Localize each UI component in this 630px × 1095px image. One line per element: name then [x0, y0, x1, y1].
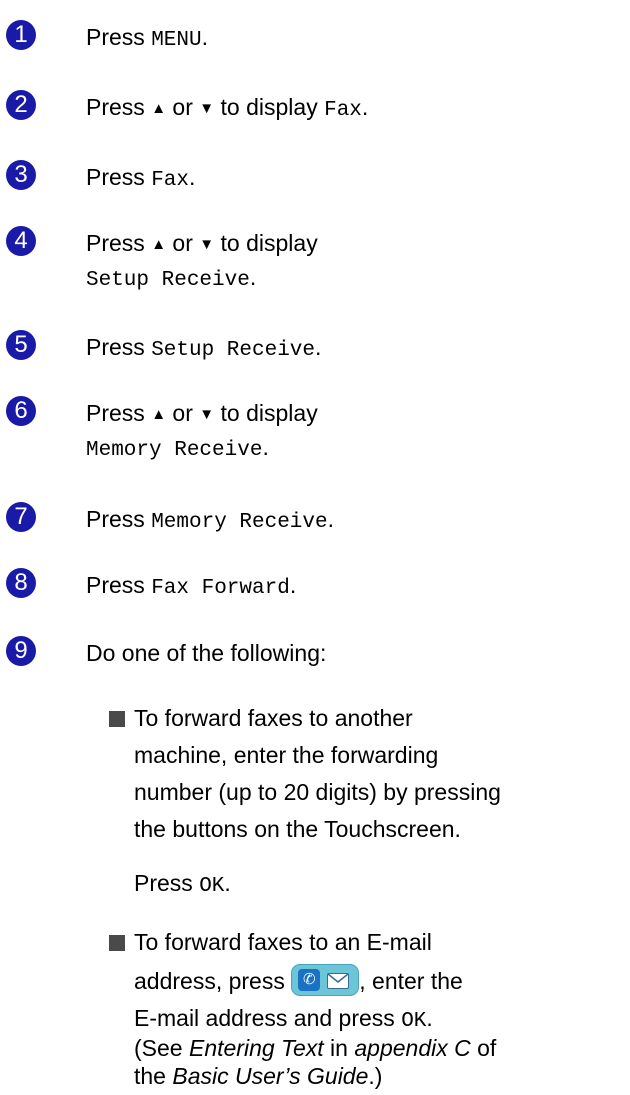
period: . — [327, 506, 335, 532]
down-arrow-icon: ▼ — [199, 100, 215, 117]
down-arrow-icon: ▼ — [199, 406, 215, 423]
option-text: address, press — [134, 968, 292, 994]
square-bullet-icon — [109, 711, 125, 727]
ok-code: OK — [199, 875, 225, 898]
step-number-9: 9 — [6, 636, 36, 666]
basic-users-guide-ref: Basic User’s Guide — [172, 1063, 369, 1089]
fax-email-button-icon[interactable]: ✆ — [291, 963, 360, 996]
step-text: Press — [86, 94, 152, 120]
step-number-1: 1 — [6, 20, 36, 50]
setup-receive-code: Setup Receive — [86, 269, 250, 292]
step-4-text: Press ▲ or ▼ to display — [86, 228, 318, 262]
step-text: Press — [86, 24, 152, 50]
square-bullet-icon — [109, 935, 125, 951]
step-text: Press — [86, 572, 152, 598]
fax-forward-code: Fax Forward — [151, 577, 290, 600]
step-3-text: Press Fax. — [86, 162, 195, 196]
step-6-code-line: Memory Receive. — [86, 432, 269, 466]
option-1-line-4: the buttons on the Touchscreen. — [134, 816, 461, 842]
period: . — [249, 264, 257, 290]
step-text: or — [166, 94, 200, 120]
step-number-8: 8 — [6, 568, 36, 598]
step-text: or — [166, 230, 200, 256]
option-2-line-5: the Basic User’s Guide.) — [134, 1058, 382, 1095]
up-arrow-icon: ▲ — [151, 236, 167, 253]
period: . — [361, 94, 369, 120]
period: . — [262, 434, 269, 460]
period: . — [315, 334, 322, 360]
option-text: , enter the — [359, 968, 463, 994]
period: . — [189, 164, 196, 190]
period: . — [289, 572, 297, 598]
step-number-4: 4 — [6, 226, 36, 256]
phone-icon: ✆ — [298, 968, 321, 991]
press-text: Press — [134, 870, 200, 896]
step-9-text: Do one of the following: — [86, 640, 327, 666]
option-text: of — [470, 1035, 497, 1061]
step-4-code-line: Setup Receive. — [86, 262, 256, 296]
step-7-text: Press Memory Receive. — [86, 504, 334, 538]
step-text: or — [166, 400, 200, 426]
option-2-line-1: To forward faxes to an E-mail — [134, 929, 432, 955]
step-text: to display — [214, 230, 318, 256]
fax-code: Fax — [151, 169, 189, 192]
step-6-text: Press ▲ or ▼ to display — [86, 398, 318, 432]
step-number-5: 5 — [6, 330, 36, 360]
memory-receive-code: Memory Receive — [151, 511, 328, 534]
fax-code: Fax — [324, 99, 362, 122]
period: . — [426, 1005, 433, 1031]
step-text: Press — [86, 506, 152, 532]
setup-receive-code: Setup Receive — [151, 339, 316, 362]
step-text: Press — [86, 334, 152, 360]
step-8-text: Press Fax Forward. — [86, 570, 296, 604]
step-number-3: 3 — [6, 160, 36, 190]
menu-code: MENU — [151, 29, 202, 52]
step-1-text: Press MENU. — [86, 22, 208, 56]
memory-receive-code: Memory Receive — [86, 439, 263, 462]
step-text: to display — [214, 400, 318, 426]
up-arrow-icon: ▲ — [151, 406, 167, 423]
up-arrow-icon: ▲ — [151, 100, 167, 117]
option-text: E-mail address and press — [134, 1005, 402, 1031]
step-text: Press — [86, 400, 152, 426]
option-1-line-3: number (up to 20 digits) by pressing — [134, 779, 501, 805]
option-1-line-2: machine, enter the forwarding — [134, 742, 439, 768]
option-1-line-1: To forward faxes to another — [134, 705, 413, 731]
mail-icon — [327, 972, 350, 989]
option-2-line-2: address, press ✆ , enter the — [134, 963, 463, 1000]
step-text: Press — [86, 230, 152, 256]
option-1-press-ok: Press OK. — [134, 865, 231, 905]
step-text: to display — [214, 94, 325, 120]
period: . — [224, 870, 231, 896]
step-5-text: Press Setup Receive. — [86, 332, 321, 366]
step-text: Press — [86, 164, 152, 190]
step-number-7: 7 — [6, 502, 36, 532]
down-arrow-icon: ▼ — [199, 236, 215, 253]
option-text: the — [134, 1063, 173, 1089]
step-2-text: Press ▲ or ▼ to display Fax. — [86, 92, 368, 126]
option-text: .) — [368, 1063, 383, 1089]
period: . — [201, 24, 208, 50]
step-number-6: 6 — [6, 396, 36, 426]
step-number-2: 2 — [6, 90, 36, 120]
